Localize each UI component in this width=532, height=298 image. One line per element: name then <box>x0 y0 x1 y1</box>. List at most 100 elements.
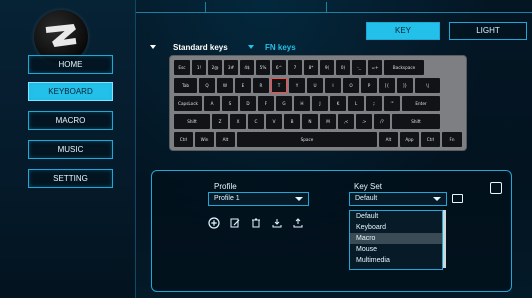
import-icon[interactable] <box>271 217 283 229</box>
keyboard-row-5: Ctrl Win Alt Space Alt App Ctrl Fn <box>174 132 462 147</box>
key-a[interactable]: A <box>204 96 220 111</box>
key-j[interactable]: J <box>312 96 328 111</box>
key-i[interactable]: I <box>325 78 341 93</box>
key-u[interactable]: U <box>307 78 323 93</box>
profile-select-value: Profile 1 <box>214 195 240 202</box>
key-capslock[interactable]: CapsLock <box>174 96 202 111</box>
light-mode-button[interactable]: LIGHT <box>449 22 527 40</box>
key-space[interactable]: Space <box>237 132 377 147</box>
key-c[interactable]: C <box>248 114 264 129</box>
key-y[interactable]: Y <box>289 78 305 93</box>
standard-keys-arrow-icon <box>150 45 156 49</box>
key-r[interactable]: R <box>253 78 269 93</box>
key-7[interactable]: 7 <box>288 60 302 75</box>
keyset-option-keyboard[interactable]: Keyboard <box>350 222 442 233</box>
key-2[interactable]: 2@ <box>208 60 222 75</box>
key-1[interactable]: 1! <box>192 60 206 75</box>
key-h[interactable]: H <box>294 96 310 111</box>
key-6[interactable]: 6^ <box>272 60 286 75</box>
key-0[interactable]: 0) <box>336 60 350 75</box>
key-4[interactable]: 4$ <box>240 60 254 75</box>
sidebar-item-keyboard[interactable]: KEYBOARD <box>28 82 113 101</box>
fn-keys-arrow-icon <box>248 45 254 49</box>
key-e[interactable]: E <box>235 78 251 93</box>
add-icon[interactable] <box>208 217 220 229</box>
keyboard-row-3: CapsLock A S D F G H J K L ;: '" Enter <box>174 96 440 111</box>
edit-icon[interactable] <box>229 217 241 229</box>
key-enter[interactable]: Enter <box>402 96 440 111</box>
keyset-option-mouse[interactable]: Mouse <box>350 244 442 255</box>
key-n[interactable]: N <box>302 114 318 129</box>
key-left-bracket[interactable]: [{ <box>379 78 395 93</box>
keyset-label: Key Set <box>354 182 383 191</box>
key-semicolon[interactable]: ;: <box>366 96 382 111</box>
sidebar-item-home[interactable]: HOME <box>28 55 113 74</box>
key-app[interactable]: App <box>400 132 419 147</box>
key-backslash[interactable]: \| <box>415 78 440 93</box>
delete-icon[interactable] <box>250 217 262 229</box>
key-left-shift[interactable]: Shift <box>174 114 210 129</box>
top-border <box>135 0 532 13</box>
key-m[interactable]: M <box>320 114 336 129</box>
key-t-selected[interactable]: T <box>271 78 287 93</box>
key-comma[interactable]: ,< <box>338 114 354 129</box>
key-period[interactable]: .> <box>356 114 372 129</box>
save-icon[interactable] <box>490 182 502 194</box>
dropdown-scrollbar[interactable] <box>443 210 446 268</box>
key-9[interactable]: 9( <box>320 60 334 75</box>
key-v[interactable]: V <box>266 114 282 129</box>
keyboard-row-2: Tab Q W E R T Y U I O P [{ ]} \| <box>174 78 440 93</box>
sidebar-item-music[interactable]: MUSIC <box>28 140 113 159</box>
chevron-down-icon <box>433 197 441 201</box>
key-right-bracket[interactable]: ]} <box>397 78 413 93</box>
keyset-option-default[interactable]: Default <box>350 211 442 222</box>
export-icon[interactable] <box>292 217 304 229</box>
tab-standard-keys[interactable]: Standard keys <box>173 43 228 52</box>
key-tab[interactable]: Tab <box>174 78 197 93</box>
sidebar: HOME KEYBOARD MACRO MUSIC SETTING <box>0 0 136 298</box>
key-8[interactable]: 8* <box>304 60 318 75</box>
key-k[interactable]: K <box>330 96 346 111</box>
keyset-select[interactable]: Default <box>349 192 447 206</box>
key-s[interactable]: S <box>222 96 238 111</box>
profile-select[interactable]: Profile 1 <box>208 192 309 206</box>
key-equals[interactable]: =+ <box>368 60 382 75</box>
top-notch <box>205 2 327 13</box>
key-w[interactable]: W <box>217 78 233 93</box>
sidebar-item-macro[interactable]: MACRO <box>28 111 113 130</box>
key-slash[interactable]: /? <box>374 114 390 129</box>
key-left-alt[interactable]: Alt <box>216 132 235 147</box>
key-mode-label: KEY <box>394 26 411 35</box>
key-esc[interactable]: Esc <box>174 60 190 75</box>
sidebar-item-setting[interactable]: SETTING <box>28 169 113 188</box>
monitor-icon[interactable] <box>452 194 463 203</box>
key-right-ctrl[interactable]: Ctrl <box>421 132 440 147</box>
key-minus[interactable]: -_ <box>352 60 366 75</box>
key-g[interactable]: G <box>276 96 292 111</box>
key-o[interactable]: O <box>343 78 359 93</box>
tab-fn-keys[interactable]: FN keys <box>265 43 296 52</box>
key-win[interactable]: Win <box>195 132 214 147</box>
key-quote[interactable]: '" <box>384 96 400 111</box>
key-right-alt[interactable]: Alt <box>379 132 398 147</box>
key-backspace[interactable]: Backspace <box>384 60 424 75</box>
key-d[interactable]: D <box>240 96 256 111</box>
key-left-ctrl[interactable]: Ctrl <box>174 132 193 147</box>
key-b[interactable]: B <box>284 114 300 129</box>
key-z[interactable]: Z <box>212 114 228 129</box>
key-p[interactable]: P <box>361 78 377 93</box>
key-fn[interactable]: Fn <box>442 132 462 147</box>
key-mode-button[interactable]: KEY <box>366 22 440 40</box>
key-f[interactable]: F <box>258 96 274 111</box>
key-l[interactable]: L <box>348 96 364 111</box>
key-q[interactable]: Q <box>199 78 215 93</box>
profile-label: Profile <box>214 182 237 191</box>
sidebar-item-label: MACRO <box>55 116 86 125</box>
key-3[interactable]: 3# <box>224 60 238 75</box>
key-right-shift[interactable]: Shift <box>392 114 440 129</box>
sidebar-item-label: SETTING <box>53 174 88 183</box>
key-x[interactable]: X <box>230 114 246 129</box>
keyset-option-macro[interactable]: Macro <box>350 233 442 244</box>
keyset-option-multimedia[interactable]: Multimedia <box>350 255 442 266</box>
key-5[interactable]: 5% <box>256 60 270 75</box>
